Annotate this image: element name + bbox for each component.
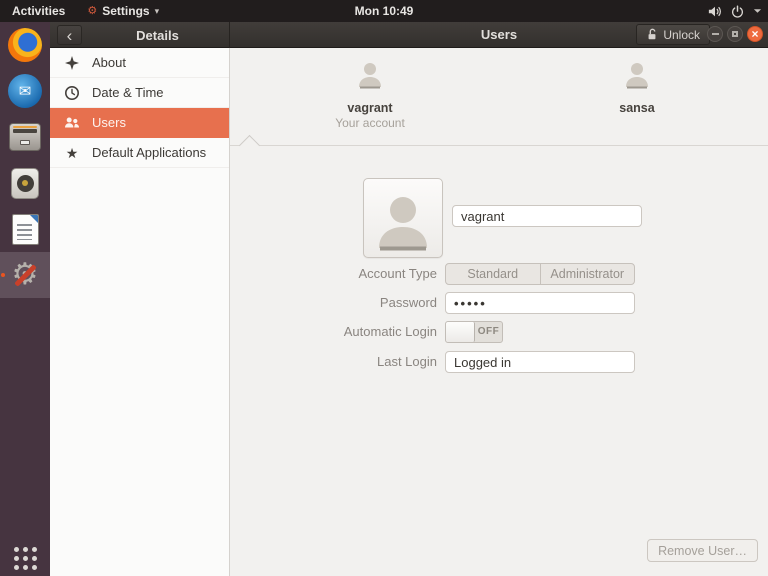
automatic-login-row: Automatic Login OFF — [230, 321, 650, 343]
password-input[interactable] — [445, 292, 635, 314]
unlock-label: Unlock — [663, 28, 700, 42]
settings-sidebar: About Date & Time Users ★ Default Applic… — [50, 48, 230, 576]
automatic-login-label: Automatic Login — [230, 321, 445, 343]
last-login-row: Last Login Logged in — [230, 351, 650, 373]
star-icon: ★ — [64, 146, 80, 160]
close-button[interactable]: × — [747, 26, 763, 42]
dock-item-files[interactable] — [0, 114, 50, 160]
about-star-icon — [64, 55, 80, 71]
password-label: Password — [230, 292, 445, 314]
switch-handle[interactable] — [446, 322, 475, 342]
dock-item-thunderbird[interactable]: ✉ — [0, 68, 50, 114]
minimize-button[interactable] — [707, 26, 723, 42]
app-grid-icon — [14, 547, 37, 570]
back-button[interactable]: ‹ — [57, 25, 82, 45]
activities-button[interactable]: Activities — [0, 0, 77, 22]
maximize-button[interactable] — [727, 26, 743, 42]
last-login-button[interactable]: Logged in — [445, 351, 635, 373]
password-row: Password — [230, 292, 650, 314]
power-icon — [731, 5, 744, 18]
sidebar-item-label: Date & Time — [92, 85, 164, 100]
carousel-pointer — [239, 135, 260, 156]
last-login-label: Last Login — [230, 351, 445, 373]
clock-icon — [64, 85, 80, 101]
details-title: Details — [86, 28, 229, 43]
header-left-pane: ‹ Details — [50, 22, 230, 48]
dock-item-settings[interactable]: ⚙ — [0, 252, 50, 298]
thunderbird-icon: ✉ — [8, 74, 42, 108]
carousel-user-vagrant[interactable]: vagrant Your account — [310, 60, 430, 130]
system-status-area[interactable] — [708, 0, 762, 22]
app-menu-label: Settings — [102, 4, 149, 18]
carousel-divider — [230, 145, 768, 146]
user-name: sansa — [577, 101, 697, 115]
settings-gear-icon: ⚙ — [87, 6, 97, 17]
app-menu-settings[interactable]: ⚙ Settings ▾ — [77, 0, 169, 22]
sidebar-item-users[interactable]: Users — [50, 108, 229, 138]
sidebar-item-label: About — [92, 55, 126, 70]
account-type-label: Account Type — [230, 263, 445, 285]
account-type-standard-button[interactable]: Standard — [446, 264, 540, 284]
users-icon — [64, 115, 80, 131]
settings-app-icon: ⚙ — [8, 258, 42, 292]
switch-state-label: OFF — [475, 322, 502, 342]
user-subtitle: Your account — [310, 116, 430, 130]
unlock-icon — [646, 28, 658, 41]
sidebar-item-label: Users — [92, 115, 126, 130]
dock-item-rhythmbox[interactable] — [0, 160, 50, 206]
files-icon — [9, 123, 41, 151]
user-name: vagrant — [310, 101, 430, 115]
account-type-row: Account Type Standard Administrator — [230, 263, 650, 285]
show-applications-button[interactable] — [0, 547, 50, 570]
unlock-button[interactable]: Unlock — [636, 24, 710, 45]
rhythmbox-icon — [11, 168, 39, 199]
volume-icon — [708, 5, 722, 18]
caret-down-icon — [753, 8, 762, 14]
full-name-input[interactable] — [452, 205, 642, 227]
sidebar-item-about[interactable]: About — [50, 48, 229, 78]
caret-down-icon: ▾ — [155, 6, 160, 17]
dock-item-firefox[interactable] — [0, 22, 50, 68]
change-avatar-button[interactable] — [363, 178, 443, 258]
remove-user-button[interactable]: Remove User… — [647, 539, 758, 562]
carousel-user-sansa[interactable]: sansa — [577, 60, 697, 116]
account-type-administrator-button[interactable]: Administrator — [540, 264, 635, 284]
dock-item-libreoffice-writer[interactable] — [0, 206, 50, 252]
header-right-pane: Users Unlock × — [230, 22, 768, 48]
dock: ✉ ⚙ — [0, 22, 50, 576]
sidebar-item-label: Default Applications — [92, 145, 206, 160]
user-avatar — [623, 60, 651, 92]
header-bar: ‹ Details Users Unlock × — [50, 22, 768, 48]
firefox-icon — [8, 28, 42, 62]
sidebar-item-date-time[interactable]: Date & Time — [50, 78, 229, 108]
window-controls: × — [707, 26, 763, 42]
top-bar: Activities ⚙ Settings ▾ Mon 10:49 — [0, 0, 768, 22]
desktop: Activities ⚙ Settings ▾ Mon 10:49 — [0, 0, 768, 576]
user-avatar-large — [372, 189, 434, 257]
users-panel: vagrant Your account sansa Acc — [230, 48, 768, 576]
libreoffice-writer-icon — [12, 214, 39, 245]
sidebar-item-default-applications[interactable]: ★ Default Applications — [50, 138, 229, 168]
automatic-login-switch[interactable]: OFF — [445, 321, 503, 343]
account-type-toggle: Standard Administrator — [445, 263, 635, 285]
user-avatar — [356, 60, 384, 92]
